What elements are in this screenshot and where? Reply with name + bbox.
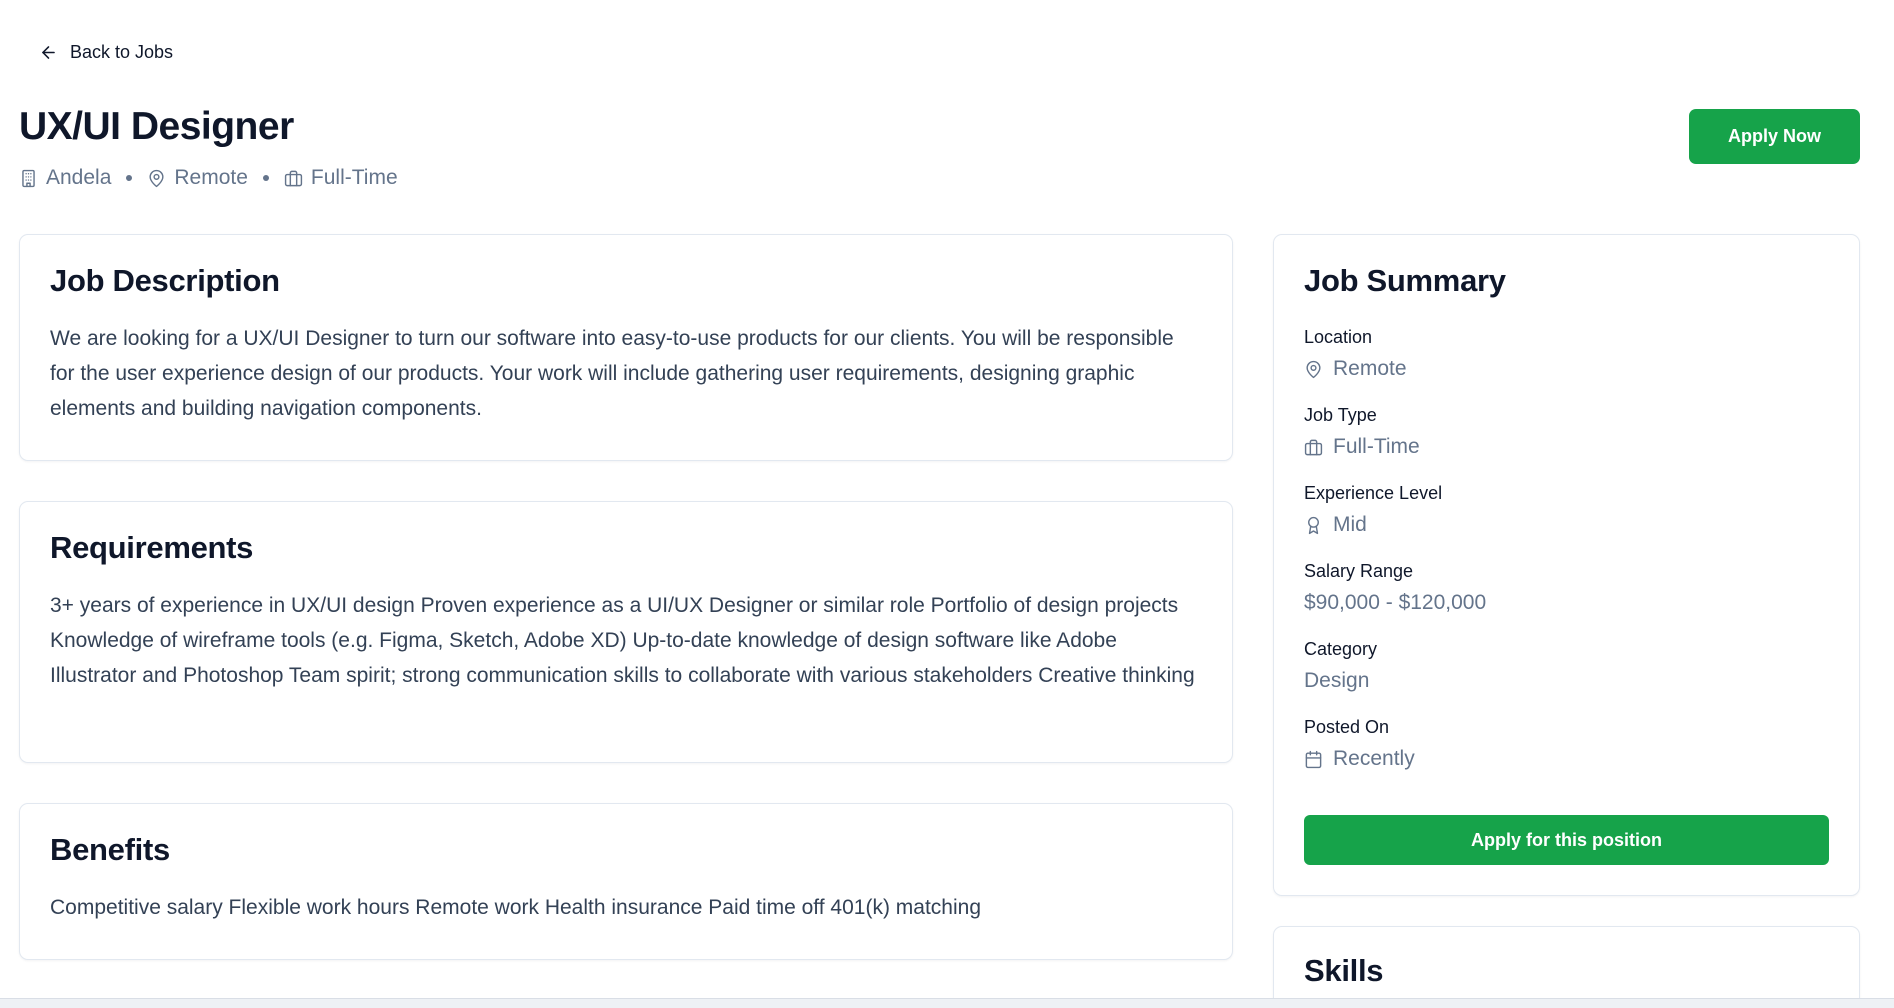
summary-posted-label: Posted On [1304,717,1390,737]
job-detail-page: Back to Jobs UX/UI Designer Andela Remot… [0,0,1894,1008]
apply-for-position-button[interactable]: Apply for this position [1304,815,1829,865]
summary-job-type-value: Full-Time [1333,435,1420,458]
map-pin-icon [1306,360,1321,378]
summary-job-type-label: Job Type [1304,405,1377,425]
summary-salary-value: $90,000 - $120,000 [1304,591,1487,614]
benefits-card: Benefits Competitive salary Flexible wor… [19,803,1233,960]
job-summary-card: Job Summary Location Remote Job Type Ful… [1273,234,1860,896]
summary-experience-value: Mid [1333,513,1367,536]
summary-salary-row: $90,000 - $120,000 [1304,587,1829,619]
summary-category-row: Design [1304,665,1829,697]
job-description-card: Job Description We are looking for a UX/… [19,234,1233,461]
job-meta: Andela Remote Full-Time [19,166,398,190]
summary-posted: Posted On Recently [1304,715,1829,775]
type-meta: Full-Time [284,166,398,190]
requirements-text: 3+ years of experience in UX/UI design P… [50,594,1195,687]
building-icon [22,169,35,187]
job-title: UX/UI Designer [19,105,294,148]
calendar-icon [1305,750,1322,768]
job-description-text: We are looking for a UX/UI Designer to t… [50,327,1174,420]
summary-job-type: Job Type Full-Time [1304,403,1829,463]
requirements-card: Requirements 3+ years of experience in U… [19,501,1233,763]
requirements-heading: Requirements [50,530,254,565]
summary-location-row: Remote [1304,353,1829,385]
back-to-jobs-label: Back to Jobs [70,42,174,62]
summary-experience-label: Experience Level [1304,483,1443,503]
arrow-left-icon [42,46,55,59]
job-type: Full-Time [310,166,398,189]
apply-now-button[interactable]: Apply Now [1689,109,1860,164]
briefcase-icon [284,170,303,186]
summary-experience: Experience Level Mid [1304,481,1829,541]
back-to-jobs-link[interactable]: Back to Jobs [39,42,173,63]
skills-heading: Skills [1304,953,1384,988]
job-description-heading: Job Description [50,263,280,298]
summary-location-label: Location [1304,327,1373,347]
summary-category-label: Category [1304,639,1378,659]
summary-job-type-row: Full-Time [1304,431,1829,463]
location-meta: Remote [147,166,248,190]
summary-location: Location Remote [1304,325,1829,385]
summary-category-value: Design [1304,669,1370,692]
map-pin-icon [149,169,164,187]
benefits-heading: Benefits [50,832,170,867]
job-summary-heading: Job Summary [1304,263,1506,298]
benefits-text: Competitive salary Flexible work hours R… [50,896,982,919]
separator-dot [262,175,269,181]
bottom-edge-bar [0,998,1894,1008]
company-meta: Andela [19,166,111,190]
summary-location-value: Remote [1333,357,1407,380]
summary-category: Category Design [1304,637,1829,697]
skills-card: Skills [1273,926,1860,1008]
job-location: Remote [174,166,248,189]
briefcase-icon [1304,439,1323,455]
company-name: Andela [46,166,112,189]
summary-posted-row: Recently [1304,743,1829,775]
summary-experience-row: Mid [1304,509,1829,541]
summary-posted-value: Recently [1333,747,1415,770]
separator-dot [126,175,133,181]
award-icon [1308,516,1319,534]
summary-salary-label: Salary Range [1304,561,1414,581]
summary-salary: Salary Range $90,000 - $120,000 [1304,559,1829,619]
